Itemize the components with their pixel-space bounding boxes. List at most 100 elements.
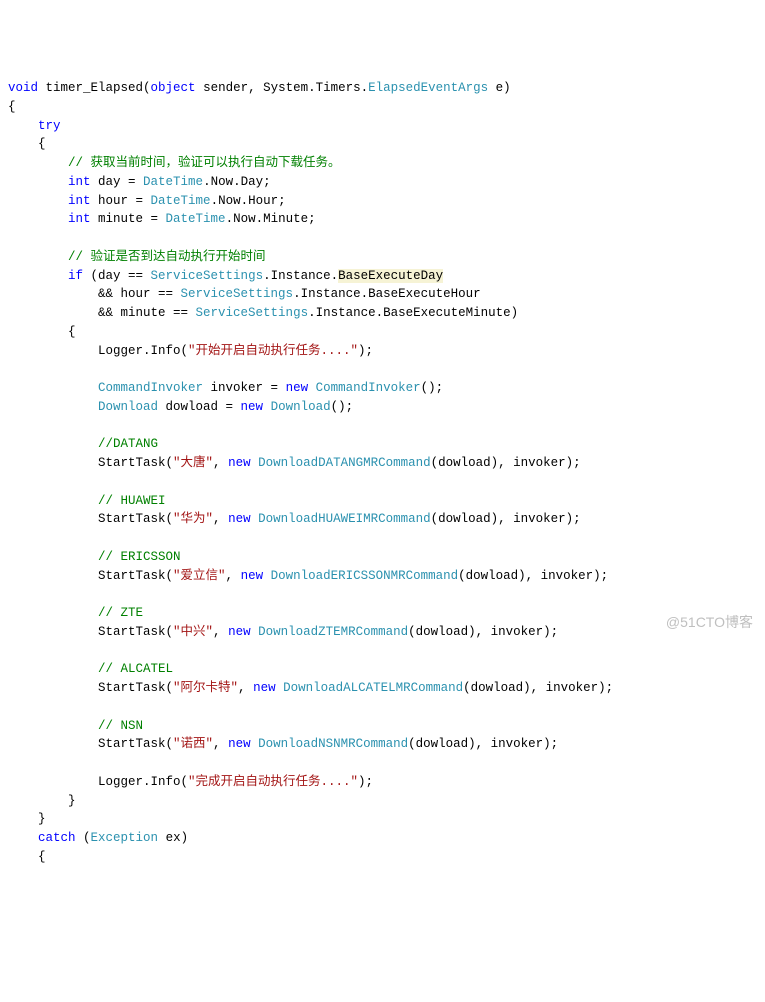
- comma: ,: [226, 569, 241, 583]
- type-datetime: DateTime: [151, 194, 211, 208]
- brace: {: [38, 137, 46, 151]
- brace: {: [68, 325, 76, 339]
- method-name: timer_Elapsed(: [38, 81, 151, 95]
- starttask: StartTask(: [98, 681, 173, 695]
- base-min: .Instance.BaseExecuteMinute): [308, 306, 518, 320]
- logger-call: Logger.Info(: [98, 344, 188, 358]
- comment-nsn: // NSN: [98, 719, 143, 733]
- code-block: void timer_Elapsed(object sender, System…: [8, 79, 757, 867]
- comment-huawei: // HUAWEI: [98, 494, 166, 508]
- str-start: "开始开启自动执行任务....": [188, 344, 358, 358]
- and-hour: && hour ==: [98, 287, 181, 301]
- kw-new: new: [241, 400, 264, 414]
- kw-object: object: [151, 81, 196, 95]
- kw-int: int: [68, 175, 91, 189]
- str-ericsson: "爱立信": [173, 569, 226, 583]
- type-svc: ServiceSettings: [151, 269, 264, 283]
- kw-new: new: [241, 569, 264, 583]
- type-download: Download: [98, 400, 158, 414]
- kw-new: new: [228, 456, 251, 470]
- kw-new: new: [228, 512, 251, 526]
- ctor-end: ();: [421, 381, 444, 395]
- call-close: );: [358, 344, 373, 358]
- type-args: ElapsedEventArgs: [368, 81, 488, 95]
- str-alcatel: "阿尔卡特": [173, 681, 238, 695]
- ctor-cmdinvoker: CommandInvoker: [316, 381, 421, 395]
- decl-download: dowload =: [158, 400, 241, 414]
- str-huawei: "华为": [173, 512, 213, 526]
- str-done: "完成开启自动执行任务....": [188, 775, 358, 789]
- starttask: StartTask(: [98, 737, 173, 751]
- ctor-download: Download: [271, 400, 331, 414]
- type-cmdinvoker: CommandInvoker: [98, 381, 203, 395]
- comment-getnow: // 获取当前时间，验证可以执行自动下载任务。: [68, 156, 341, 170]
- comma: ,: [213, 456, 228, 470]
- comment-datang: //DATANG: [98, 437, 158, 451]
- comment-alcatel: // ALCATEL: [98, 662, 173, 676]
- decl-hour: hour =: [91, 194, 151, 208]
- type-datetime: DateTime: [143, 175, 203, 189]
- type-nsn-cmd: DownloadNSNMRCommand: [258, 737, 408, 751]
- type-huawei-cmd: DownloadHUAWEIMRCommand: [258, 512, 431, 526]
- base-hour: .Instance.BaseExecuteHour: [293, 287, 481, 301]
- brace: }: [68, 794, 76, 808]
- decl-invoker: invoker =: [203, 381, 286, 395]
- str-nsn: "诺西": [173, 737, 213, 751]
- str-zte: "中兴": [173, 625, 213, 639]
- starttask: StartTask(: [98, 512, 173, 526]
- now-hour: .Now.Hour;: [211, 194, 286, 208]
- comment-verify: // 验证是否到达自动执行开始时间: [68, 250, 266, 264]
- catch-open: (: [76, 831, 91, 845]
- comma: ,: [213, 625, 228, 639]
- highlight-baseexecuteday: BaseExecuteDay: [338, 269, 443, 283]
- brace: }: [38, 812, 46, 826]
- str-datang: "大唐": [173, 456, 213, 470]
- args-tail: (dowload), invoker);: [431, 456, 581, 470]
- decl-day: day =: [91, 175, 144, 189]
- type-exception: Exception: [91, 831, 159, 845]
- kw-catch: catch: [38, 831, 76, 845]
- brace: {: [8, 100, 16, 114]
- args-tail: (dowload), invoker);: [431, 512, 581, 526]
- comma: ,: [213, 512, 228, 526]
- type-zte-cmd: DownloadZTEMRCommand: [258, 625, 408, 639]
- comma: ,: [213, 737, 228, 751]
- kw-new: new: [253, 681, 276, 695]
- kw-try: try: [38, 119, 61, 133]
- call-close: );: [358, 775, 373, 789]
- comment-ericsson: // ERICSSON: [98, 550, 181, 564]
- now-min: .Now.Minute;: [226, 212, 316, 226]
- kw-new: new: [286, 381, 309, 395]
- type-datang-cmd: DownloadDATANGMRCommand: [258, 456, 431, 470]
- kw-int: int: [68, 212, 91, 226]
- now-day: .Now.Day;: [203, 175, 271, 189]
- args-tail: (dowload), invoker);: [408, 737, 558, 751]
- logger-call: Logger.Info(: [98, 775, 188, 789]
- type-ericsson-cmd: DownloadERICSSONMRCommand: [271, 569, 459, 583]
- kw-new: new: [228, 625, 251, 639]
- brace: {: [38, 850, 46, 864]
- kw-if: if: [68, 269, 83, 283]
- starttask: StartTask(: [98, 569, 173, 583]
- args-tail: (dowload), invoker);: [408, 625, 558, 639]
- kw-new: new: [228, 737, 251, 751]
- starttask: StartTask(: [98, 625, 173, 639]
- type-datetime: DateTime: [166, 212, 226, 226]
- type-svc: ServiceSettings: [196, 306, 309, 320]
- kw-void: void: [8, 81, 38, 95]
- args-tail: (dowload), invoker);: [458, 569, 608, 583]
- ctor-end: ();: [331, 400, 354, 414]
- if-cond: (day ==: [83, 269, 151, 283]
- decl-min: minute =: [91, 212, 166, 226]
- comment-zte: // ZTE: [98, 606, 143, 620]
- starttask: StartTask(: [98, 456, 173, 470]
- comma: ,: [238, 681, 253, 695]
- kw-int: int: [68, 194, 91, 208]
- type-alcatel-cmd: DownloadALCATELMRCommand: [283, 681, 463, 695]
- inst: .Instance.: [263, 269, 338, 283]
- param-sender: sender, System.Timers.: [196, 81, 369, 95]
- and-min: && minute ==: [98, 306, 196, 320]
- param-e: e): [488, 81, 511, 95]
- type-svc: ServiceSettings: [181, 287, 294, 301]
- catch-var: ex): [158, 831, 188, 845]
